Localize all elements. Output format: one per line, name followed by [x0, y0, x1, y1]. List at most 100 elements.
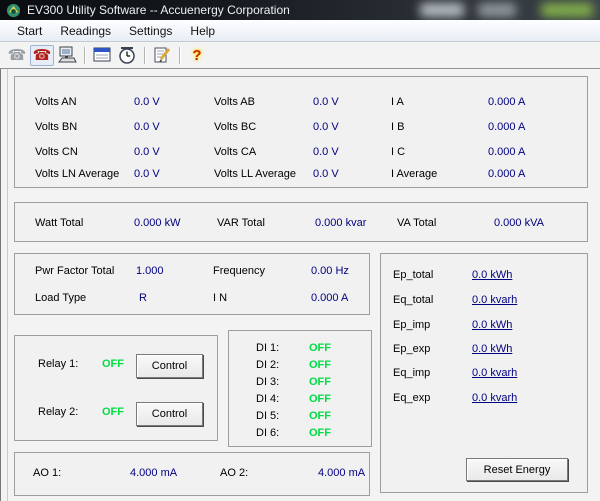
reset-energy-button[interactable]: Reset Energy: [466, 458, 568, 481]
di3-status: OFF: [309, 376, 331, 389]
eq-imp-label: Eq_imp: [393, 367, 430, 380]
volts-bc-value: 0.0 V: [313, 121, 339, 134]
window-maximize-blur: [478, 3, 516, 17]
relay2-control-button[interactable]: Control: [136, 402, 203, 426]
menu-readings[interactable]: Readings: [51, 21, 120, 41]
volts-cn-label: Volts CN: [35, 146, 78, 159]
di6-label: DI 6:: [256, 427, 279, 440]
help-icon[interactable]: ?: [185, 45, 209, 66]
di3-label: DI 3:: [256, 376, 279, 389]
window-minimize-blur: [420, 3, 464, 17]
window-close-blur: [541, 3, 593, 17]
relay1-control-button[interactable]: Control: [136, 354, 203, 378]
va-total-label: VA Total: [397, 217, 436, 230]
volts-ll-avg-label: Volts LL Average: [214, 168, 296, 181]
watt-total-value: 0.000 kW: [134, 217, 180, 230]
load-type-label: Load Type: [35, 292, 86, 305]
volts-ab-label: Volts AB: [214, 96, 255, 109]
pwr-factor-value: 1.000: [136, 265, 164, 278]
current-n-value: 0.000 A: [311, 292, 348, 305]
panel-analog-outputs: AO 1: 4.000 mA AO 2: 4.000 mA: [14, 452, 370, 496]
window-title: EV300 Utility Software -- Accuenergy Cor…: [27, 3, 290, 17]
ep-exp-value[interactable]: 0.0 kWh: [472, 343, 512, 356]
eq-imp-value[interactable]: 0.0 kvarh: [472, 367, 517, 380]
ao1-label: AO 1:: [33, 467, 61, 480]
eq-exp-label: Eq_exp: [393, 392, 430, 405]
current-a-label: I A: [391, 96, 404, 109]
di4-status: OFF: [309, 393, 331, 406]
watt-total-label: Watt Total: [35, 217, 83, 230]
volts-ll-avg-value: 0.0 V: [313, 168, 339, 181]
frequency-value: 0.00 Hz: [311, 265, 349, 278]
panel-digital-inputs: DI 1: OFF DI 2: OFF DI 3: OFF DI 4: OFF …: [228, 330, 372, 447]
di1-label: DI 1:: [256, 342, 279, 355]
di6-status: OFF: [309, 427, 331, 440]
window-frame-inner: [7, 69, 8, 501]
current-avg-label: I Average: [391, 168, 437, 181]
menu-bar: Start Readings Settings Help: [0, 20, 600, 42]
toolbar-separator: [144, 47, 146, 64]
ao2-label: AO 2:: [220, 467, 248, 480]
current-avg-value: 0.000 A: [488, 168, 525, 181]
toolbar-separator: [84, 47, 86, 64]
load-type-value: R: [139, 292, 147, 305]
volts-ca-value: 0.0 V: [313, 146, 339, 159]
ao2-value: 4.000 mA: [318, 467, 365, 480]
volts-ln-avg-label: Volts LN Average: [35, 168, 119, 181]
relay2-label: Relay 2:: [38, 406, 78, 419]
frequency-label: Frequency: [213, 265, 265, 278]
app-icon: [6, 3, 21, 18]
pwr-factor-label: Pwr Factor Total: [35, 265, 114, 278]
meter-readings-icon[interactable]: [55, 45, 79, 66]
ep-exp-label: Ep_exp: [393, 343, 430, 356]
current-n-label: I N: [213, 292, 227, 305]
volts-bc-label: Volts BC: [214, 121, 256, 134]
ep-imp-value[interactable]: 0.0 kWh: [472, 319, 512, 332]
panel-energy: Ep_total 0.0 kWh Eq_total 0.0 kvarh Ep_i…: [380, 253, 588, 493]
di5-status: OFF: [309, 410, 331, 423]
var-total-label: VAR Total: [217, 217, 265, 230]
toolbar-separator: [179, 47, 181, 64]
panel-power: Watt Total 0.000 kW VAR Total 0.000 kvar…: [14, 202, 588, 242]
current-b-label: I B: [391, 121, 404, 134]
va-total-value: 0.000 kVA: [494, 217, 544, 230]
volts-ln-avg-value: 0.0 V: [134, 168, 160, 181]
realtime-window-icon[interactable]: [90, 45, 114, 66]
current-c-label: I C: [391, 146, 405, 159]
menu-settings[interactable]: Settings: [120, 21, 181, 41]
current-c-value: 0.000 A: [488, 146, 525, 159]
ep-total-label: Ep_total: [393, 269, 433, 282]
volts-cn-value: 0.0 V: [134, 146, 160, 159]
title-bar: EV300 Utility Software -- Accuenergy Cor…: [0, 0, 600, 20]
di5-label: DI 5:: [256, 410, 279, 423]
eq-total-label: Eq_total: [393, 294, 433, 307]
relay2-status: OFF: [102, 406, 124, 419]
volts-an-value: 0.0 V: [134, 96, 160, 109]
window-frame-edge: [0, 69, 1, 501]
di1-status: OFF: [309, 342, 331, 355]
ao1-value: 4.000 mA: [130, 467, 177, 480]
eq-total-value[interactable]: 0.0 kvarh: [472, 294, 517, 307]
panel-relays: Relay 1: OFF Control Relay 2: OFF Contro…: [14, 335, 218, 441]
var-total-value: 0.000 kvar: [315, 217, 366, 230]
settings-edit-icon[interactable]: [150, 45, 174, 66]
panel-power-factor: Pwr Factor Total 1.000 Frequency 0.00 Hz…: [14, 253, 370, 315]
menu-help[interactable]: Help: [181, 21, 224, 41]
relay1-label: Relay 1:: [38, 358, 78, 371]
disconnect-phone-icon[interactable]: ☎: [5, 45, 29, 66]
volts-ca-label: Volts CA: [214, 146, 256, 159]
clock-icon[interactable]: [115, 45, 139, 66]
panel-meters: Volts AN 0.0 V Volts AB 0.0 V I A 0.000 …: [14, 76, 588, 188]
connect-phone-icon[interactable]: ☎: [30, 45, 54, 66]
di2-status: OFF: [309, 359, 331, 372]
toolbar: ☎ ☎: [0, 42, 600, 69]
eq-exp-value[interactable]: 0.0 kvarh: [472, 392, 517, 405]
relay1-status: OFF: [102, 358, 124, 371]
volts-bn-value: 0.0 V: [134, 121, 160, 134]
volts-ab-value: 0.0 V: [313, 96, 339, 109]
current-a-value: 0.000 A: [488, 96, 525, 109]
ep-total-value[interactable]: 0.0 kWh: [472, 269, 512, 282]
volts-bn-label: Volts BN: [35, 121, 77, 134]
menu-start[interactable]: Start: [8, 21, 51, 41]
client-area: Volts AN 0.0 V Volts AB 0.0 V I A 0.000 …: [0, 69, 600, 501]
